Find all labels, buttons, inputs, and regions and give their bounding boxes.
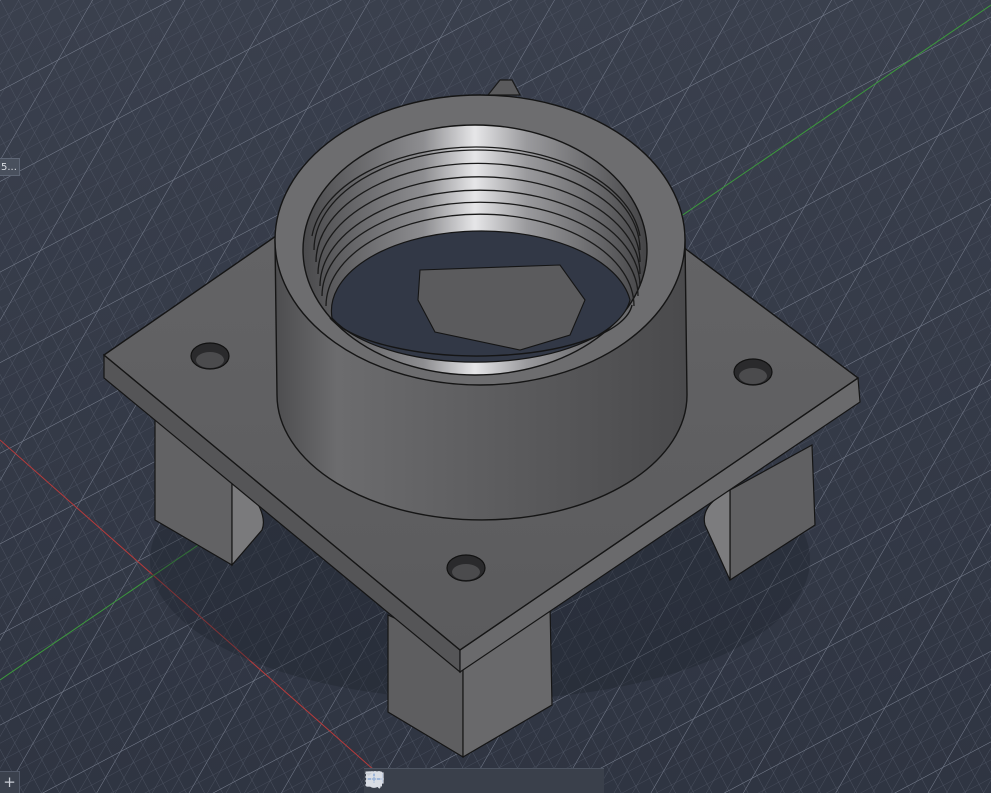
mounting-hole-right [733, 358, 773, 386]
canvas-viewport[interactable]: 5... + [0, 0, 991, 793]
viewport-scene [0, 0, 991, 793]
mounting-hole-left [190, 342, 230, 370]
navigation-bar [364, 768, 604, 793]
mounting-hole-front [446, 554, 486, 582]
view-label-tag[interactable]: 5... [0, 158, 20, 176]
viewport-menu-button[interactable]: + [0, 771, 20, 793]
chevron-down-icon[interactable] [365, 769, 372, 779]
